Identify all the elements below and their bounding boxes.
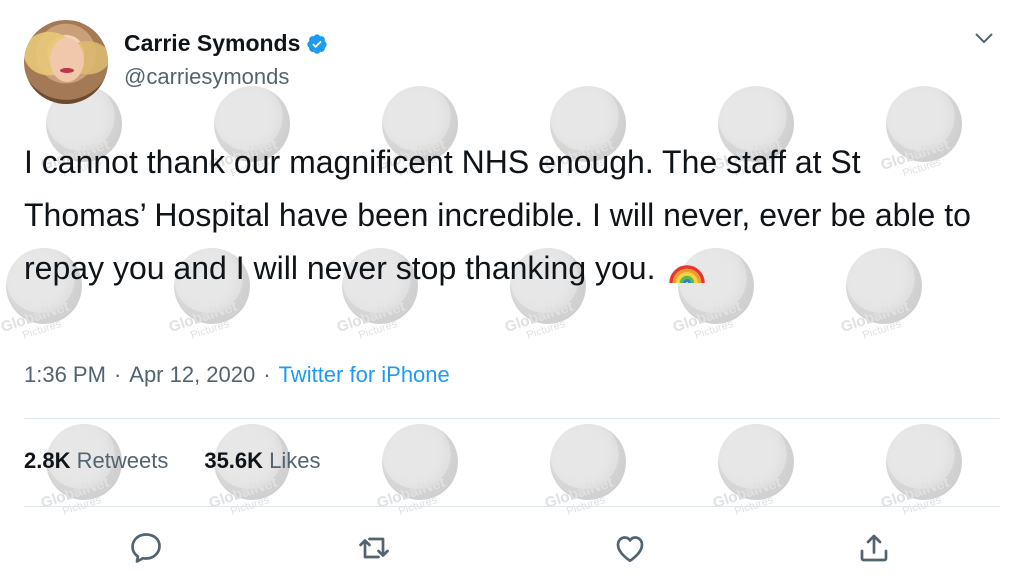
divider: [24, 418, 1000, 419]
share-icon[interactable]: [856, 530, 892, 566]
display-name[interactable]: Carrie Symonds: [124, 30, 300, 57]
action-bar: [0, 520, 1024, 576]
watermark-globe-icon: [550, 424, 626, 500]
tweet-source-link[interactable]: Twitter for iPhone: [279, 362, 450, 388]
watermark-globe-icon: [718, 424, 794, 500]
tweet-meta: 1:36 PM · Apr 12, 2020 · Twitter for iPh…: [24, 362, 450, 388]
watermark-globe-icon: [886, 424, 962, 500]
like-icon[interactable]: [612, 530, 648, 566]
likes-label: Likes: [269, 448, 321, 473]
meta-separator: ·: [113, 362, 122, 387]
verified-badge-icon: [307, 33, 328, 54]
avatar[interactable]: [24, 20, 108, 104]
tweet-text-content: I cannot thank our magnificent NHS enoug…: [24, 144, 971, 286]
rainbow-emoji-icon: [669, 265, 706, 284]
tweet-card: GlobalNet Pictures GlobalNet Pictures Global…: [0, 0, 1024, 586]
retweets-stat[interactable]: 2.8K Retweets: [24, 448, 168, 474]
reply-icon[interactable]: [128, 530, 164, 566]
likes-count: 35.6K: [204, 448, 264, 473]
tweet-date[interactable]: Apr 12, 2020: [129, 362, 255, 388]
chevron-down-icon[interactable]: [972, 26, 996, 50]
divider: [24, 506, 1000, 507]
watermark-globe-icon: [382, 424, 458, 500]
retweet-icon[interactable]: [356, 530, 392, 566]
author-name-row[interactable]: Carrie Symonds: [124, 30, 328, 57]
tweet-text: I cannot thank our magnificent NHS enoug…: [24, 136, 984, 295]
retweets-count: 2.8K: [24, 448, 71, 473]
user-handle[interactable]: @carriesymonds: [124, 64, 289, 90]
tweet-time[interactable]: 1:36 PM: [24, 362, 106, 388]
likes-stat[interactable]: 35.6K Likes: [204, 448, 320, 474]
meta-separator: ·: [263, 362, 271, 387]
retweets-label: Retweets: [76, 448, 169, 473]
engagement-stats: 2.8K Retweets 35.6K Likes: [24, 448, 321, 474]
